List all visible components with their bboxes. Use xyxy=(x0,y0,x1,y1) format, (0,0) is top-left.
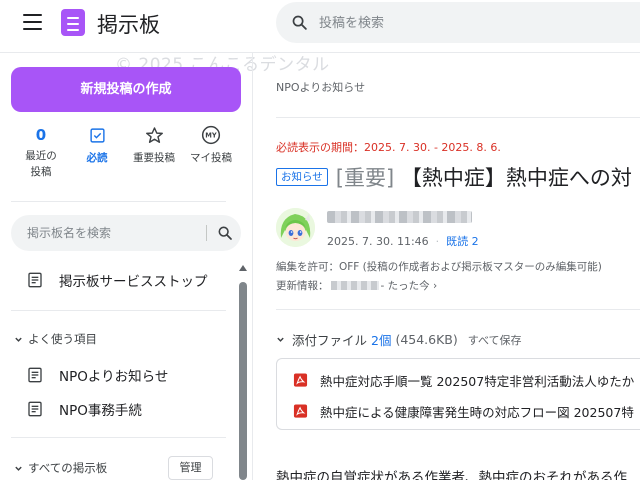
search-separator xyxy=(206,225,207,241)
board-app: 掲示板 © 2025 こんこるデンタル 新規投稿の作成 0 最近の投稿 必読 重… xyxy=(0,0,640,480)
anime-avatar-icon xyxy=(276,208,315,247)
post-meta: 2025. 7. 30. 11:46 · 既読 2 xyxy=(327,235,479,248)
scroll-up-arrow[interactable] xyxy=(239,265,247,271)
content-divider xyxy=(276,117,640,118)
update-suffix: - たった今 › xyxy=(380,280,438,292)
sidebar-item-npo-news[interactable]: NPOよりお知らせ xyxy=(27,363,168,387)
tile-important-label: 重要投稿 xyxy=(133,152,175,164)
all-boards-section-label: すべての掲示板 xyxy=(28,461,108,475)
tile-important-posts[interactable]: 重要投稿 xyxy=(125,124,183,166)
attachments-header[interactable]: 添付ファイル 2個 (454.6KB) すべて保存 xyxy=(276,330,522,349)
document-icon xyxy=(28,367,42,383)
attachment-file[interactable]: 熱中症による健康障害発生時の対応フロー図 202507特 xyxy=(293,402,634,420)
tile-must-read-label: 必読 xyxy=(86,152,108,164)
sidebar-divider xyxy=(11,437,226,438)
attachments-count: 2個 xyxy=(371,333,392,348)
notepad-icon xyxy=(61,9,85,36)
app-title: 掲示板 xyxy=(97,13,160,37)
favorites-section-label: よく使う項目 xyxy=(28,332,97,346)
category-tag: お知らせ xyxy=(276,168,328,186)
my-badge-text: MY xyxy=(205,132,217,140)
favorites-section-header[interactable]: よく使う項目 xyxy=(14,331,97,347)
attachment-file[interactable]: 熱中症対応手順一覧 202507特定非営利活動法人ゆたか xyxy=(293,371,634,389)
read-count-link[interactable]: 既読 2 xyxy=(446,235,479,248)
chevron-down-icon xyxy=(15,337,22,342)
sidebar-item-npo-procedures[interactable]: NPO事務手続 xyxy=(27,397,142,421)
my-badge-icon: MY xyxy=(201,125,221,145)
chevron-down-icon xyxy=(15,466,22,471)
checkbox-icon xyxy=(89,127,105,143)
tile-recent-label-1: 最近の xyxy=(25,150,57,162)
sidebar-scrollbar[interactable] xyxy=(239,282,247,480)
post-body: 熱中症の自覚症状がある作業者、熱中症のおそれがある作 xyxy=(276,470,627,480)
author-avatar[interactable] xyxy=(276,208,315,247)
sidebar-border xyxy=(252,53,253,480)
sidebar-item-label: NPOよりお知らせ xyxy=(59,369,169,385)
tile-recent-posts[interactable]: 0 最近の投稿 xyxy=(12,124,70,180)
tile-must-read[interactable]: 必読 xyxy=(68,124,126,166)
board-search-bar[interactable] xyxy=(11,215,241,251)
sidebar-divider xyxy=(11,310,226,311)
hamburger-menu-icon[interactable] xyxy=(23,14,42,31)
breadcrumb[interactable]: NPOよりお知らせ xyxy=(276,79,365,95)
sidebar-item-label: 掲示板サービスストップ xyxy=(59,274,208,290)
sidebar-item-service-stop[interactable]: 掲示板サービスストップ xyxy=(27,268,208,292)
attachments-label: 添付ファイル xyxy=(292,333,368,348)
pdf-icon xyxy=(293,404,308,418)
board-search-input[interactable] xyxy=(27,223,187,243)
attachment-filename: 熱中症対応手順一覧 202507特定非営利活動法人ゆたか xyxy=(320,373,635,389)
tile-my-posts-label: マイ投稿 xyxy=(190,152,232,164)
chevron-down-icon xyxy=(277,337,284,342)
save-all-link[interactable]: すべて保存 xyxy=(468,332,522,348)
important-marker: [重要] xyxy=(335,166,395,190)
content-divider xyxy=(276,309,640,310)
search-icon[interactable] xyxy=(217,225,233,241)
recent-posts-count: 0 xyxy=(35,126,47,144)
pdf-icon xyxy=(293,373,308,387)
post-search-bar[interactable] xyxy=(276,2,640,43)
search-icon[interactable] xyxy=(291,14,308,31)
post-title-text: 【熱中症】熱中症への対 xyxy=(400,166,632,190)
post-datetime: 2025. 7. 30. 11:46 xyxy=(327,235,429,248)
post-title: [重要] 【熱中症】熱中症への対 xyxy=(336,162,632,192)
sidebar-item-label: NPO事務手続 xyxy=(59,403,142,419)
new-post-button[interactable]: 新規投稿の作成 xyxy=(11,67,241,112)
sidebar-divider xyxy=(11,201,226,202)
update-info[interactable]: 更新情報： - たった今 › xyxy=(276,278,437,293)
required-read-period: 必読表示の期間：2025. 7. 30. - 2025. 8. 6. xyxy=(276,141,501,154)
update-prefix: 更新情報： xyxy=(276,280,329,292)
document-icon xyxy=(28,272,42,288)
edit-permission-info: 編集を許可：OFF (投稿の作成者および掲示板マスターのみ編集可能) xyxy=(276,261,602,273)
attachment-filename: 熱中症による健康障害発生時の対応フロー図 202507特 xyxy=(320,404,634,420)
author-name-redacted xyxy=(327,211,472,223)
post-title-row: お知らせ [重要] 【熱中症】熱中症への対 xyxy=(276,162,632,192)
manage-button[interactable]: 管理 xyxy=(168,456,213,480)
tile-my-posts[interactable]: MY マイ投稿 xyxy=(182,124,240,166)
all-boards-section-header[interactable]: すべての掲示板 xyxy=(14,460,107,476)
star-icon xyxy=(145,126,163,143)
tile-recent-label-2: 投稿 xyxy=(30,166,52,178)
attachments-size: (454.6KB) xyxy=(395,332,458,347)
document-icon xyxy=(28,401,42,417)
post-search-input[interactable] xyxy=(319,12,619,34)
updater-name-redacted xyxy=(330,281,379,290)
